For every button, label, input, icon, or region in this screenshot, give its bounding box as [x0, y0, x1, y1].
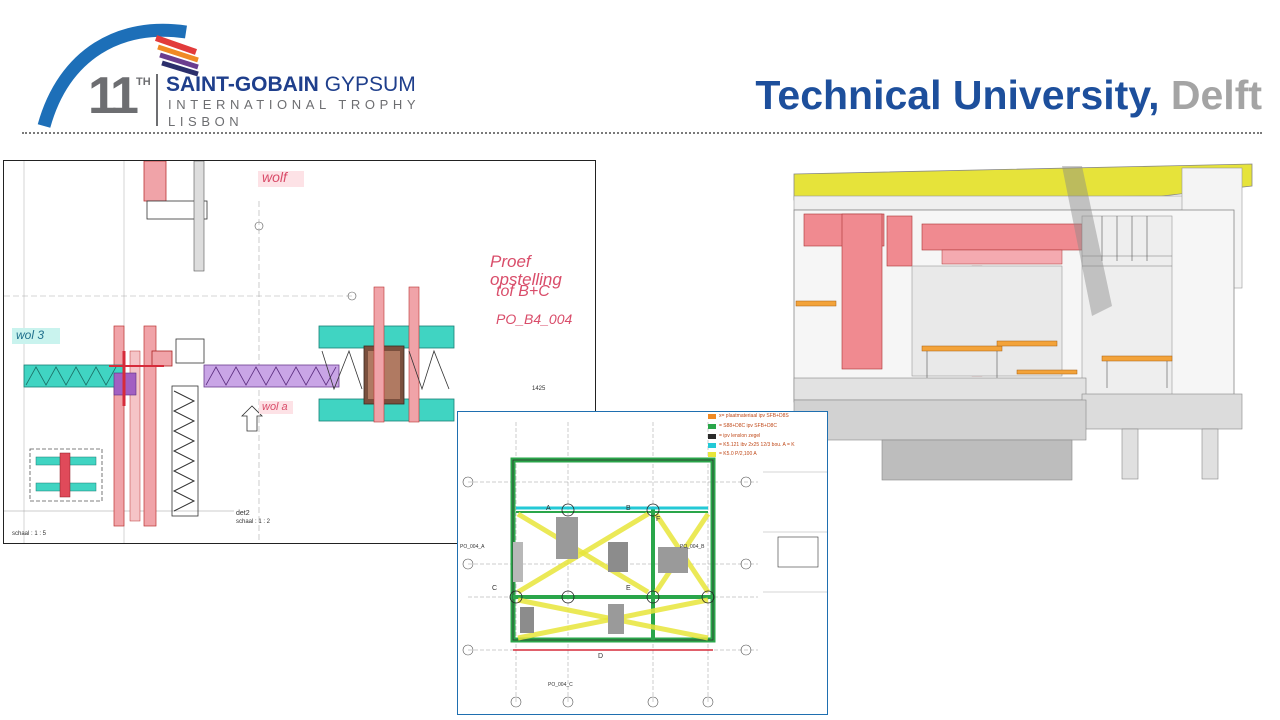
logo-superscript: TH: [136, 76, 151, 88]
scale-left: schaal : 1 : 5: [12, 531, 47, 537]
legend-item-2: = S88+D8C ipv SFB+D8C: [719, 423, 777, 429]
grid-label-e: E: [626, 585, 631, 592]
logo-line3: LISBON: [168, 114, 244, 129]
floor-plan: x= plaatmateriaal ipv SFB+D8S = S88+D8C …: [457, 411, 828, 715]
note-tof: tof B+C: [496, 283, 550, 300]
legend-item-5: = K5.0 P/2,100 A: [719, 451, 757, 457]
slide-title: Technical University, Delft: [755, 72, 1262, 119]
model-3d-view: [782, 156, 1254, 501]
logo-divider: [156, 74, 158, 126]
note-wolf: wolf: [262, 169, 287, 185]
title-main: Technical University,: [755, 72, 1160, 118]
sheet-number: 1425: [532, 386, 546, 392]
section-tag-b: PO_004_B: [680, 544, 705, 550]
grid-label-b: B: [626, 505, 631, 512]
grid-label-a: A: [546, 505, 551, 512]
legend-item-4: = K5.121 ibv 2x25 12/3 bou. A = K: [719, 442, 795, 448]
section-tag-a: PO_004_A: [460, 544, 485, 550]
grid-label-c: C: [492, 585, 498, 592]
legend-item-3: = ipv lenslon zegel: [719, 433, 761, 439]
logo-brand-bold: SAINT-GOBAIN: [166, 73, 319, 96]
floor-plan-graphic: [462, 414, 827, 708]
section-tag-c: PO_004_C: [548, 682, 573, 688]
legend-item-1: x= plaatmateriaal ipv SFB+D8S: [719, 413, 789, 419]
model-3d-graphic: [793, 163, 1253, 481]
logo-brand: SAINT-GOBAIN GYPSUM: [166, 74, 416, 96]
note-wola: wol a: [262, 401, 288, 413]
det-label: det2: [236, 510, 250, 517]
note-po: PO_B4_004: [496, 311, 573, 327]
title-city: Delft: [1170, 72, 1262, 118]
header-divider: [22, 132, 1262, 134]
trophy-logo: 11 TH SAINT-GOBAIN GYPSUM INTERNATIONAL …: [30, 14, 430, 132]
grid-label-f: F: [656, 516, 661, 523]
grid-label-d: D: [598, 653, 604, 660]
logo-brand-regular: GYPSUM: [324, 73, 416, 96]
logo-line2: INTERNATIONAL TROPHY: [168, 97, 421, 112]
logo-number: 11: [88, 67, 139, 125]
note-wol3: wol 3: [16, 328, 45, 342]
scale-right: schaal : 1 : 2: [236, 519, 271, 525]
